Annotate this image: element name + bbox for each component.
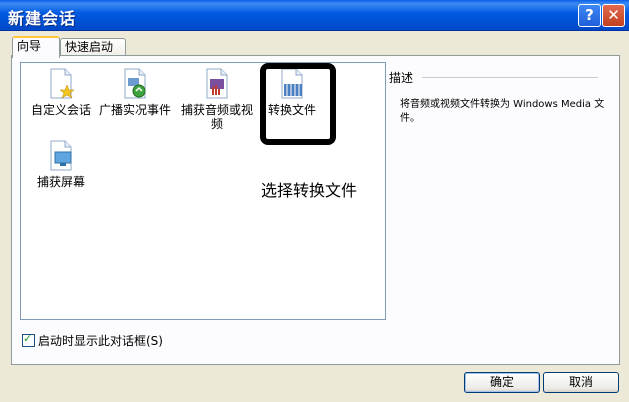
help-button[interactable]: ? — [578, 4, 601, 27]
startup-checkbox-label[interactable]: 启动时显示此对话框(S) — [38, 334, 163, 348]
cancel-button[interactable]: 取消 — [543, 372, 619, 393]
item-label: 捕获屏幕 — [36, 175, 85, 189]
list-item-capture-screen[interactable]: 捕获屏幕 — [21, 139, 101, 189]
startup-checkbox[interactable] — [22, 332, 35, 347]
list-item-custom-session[interactable]: 自定义会话 — [21, 67, 101, 117]
broadcast-live-icon — [124, 68, 146, 99]
item-label: 捕获音频或视频 — [180, 103, 253, 131]
annotation-text: 选择转换文件 — [261, 181, 358, 200]
highlight-box — [260, 63, 336, 145]
tab-panel: 自定义会话 广播实况事件 捕获音频或视频 转换文件 捕获屏幕 选择转换文件 描述… — [11, 55, 620, 365]
custom-session-icon — [50, 68, 75, 99]
item-label: 自定义会话 — [30, 103, 91, 117]
list-item-broadcast-live[interactable]: 广播实况事件 — [95, 67, 175, 117]
capture-av-icon — [206, 68, 228, 99]
ok-button[interactable]: 确定 — [464, 372, 540, 393]
session-type-list[interactable]: 自定义会话 广播实况事件 捕获音频或视频 转换文件 捕获屏幕 选择转换文件 — [20, 62, 386, 320]
close-button[interactable]: ✕ — [602, 4, 625, 27]
list-item-capture-av[interactable]: 捕获音频或视频 — [177, 67, 257, 131]
description-text: 将音频或视频文件转换为 Windows Media 文件。 — [400, 99, 605, 124]
tab-quick-start[interactable]: 快速启动 — [60, 38, 126, 56]
tab-wizard[interactable]: 向导 — [12, 36, 60, 58]
description-title: 描述 — [389, 71, 414, 85]
title-bar[interactable]: 新建会话 ? ✕ — [0, 0, 629, 31]
startup-checkbox-row[interactable]: 启动时显示此对话框(S) — [22, 332, 163, 349]
window-title: 新建会话 — [8, 9, 77, 28]
capture-screen-icon — [50, 140, 72, 171]
item-label: 广播实况事件 — [98, 103, 171, 117]
description-divider — [422, 77, 598, 79]
dialog-window: 新建会话 ? ✕ 向导 快速启动 自定义会话 广播实况事件 捕获音频或视频 转换… — [0, 0, 629, 402]
